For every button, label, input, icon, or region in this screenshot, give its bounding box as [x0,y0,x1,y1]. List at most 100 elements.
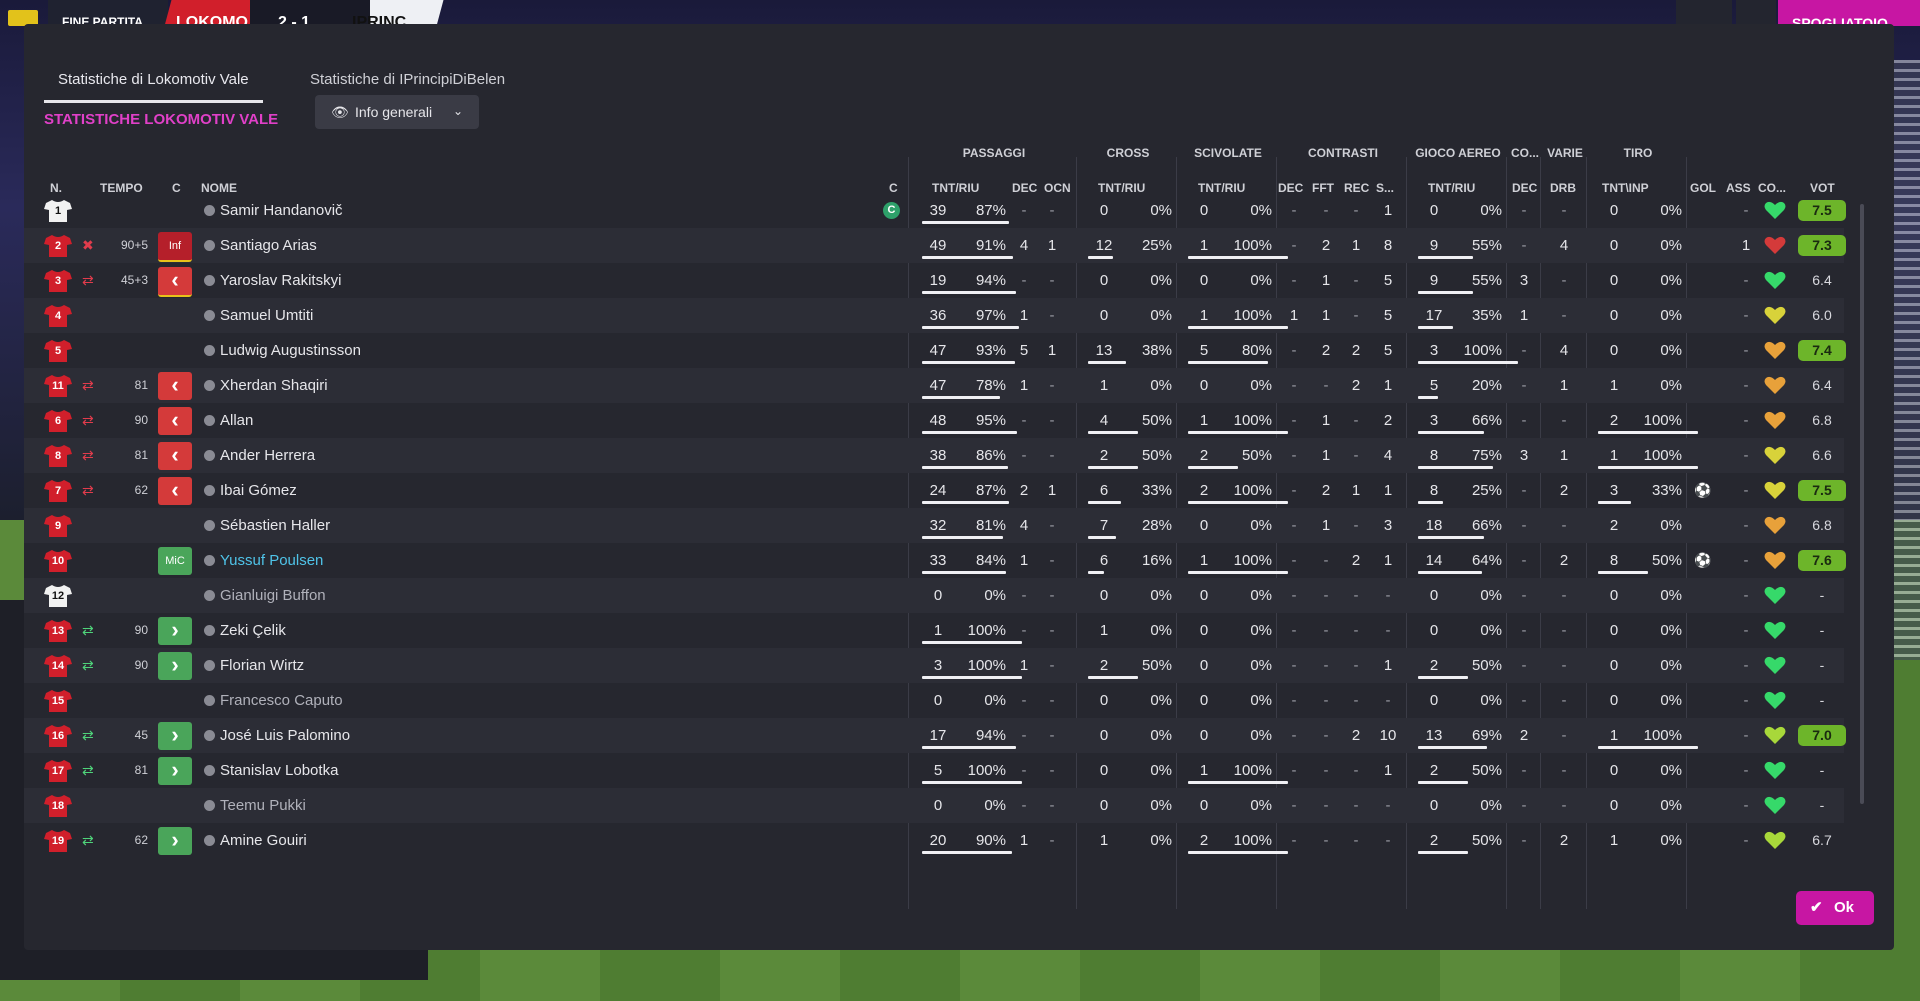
sub-in-badge: › [158,617,192,645]
shots-bar [1598,431,1698,434]
shirt-number: 12 [51,590,65,602]
dribbles: 4 [1559,342,1569,359]
player-name[interactable]: Gianluigi Buffon [220,578,326,613]
view-toggle-button[interactable] [1676,0,1732,26]
headers-bar [1418,396,1438,399]
shots-count: 1 [1609,377,1619,394]
contrasti-s: 1 [1383,202,1393,219]
player-name[interactable]: Allan [220,403,253,438]
ok-button[interactable]: ✔ Ok [1796,891,1874,925]
passes-chances: - [1049,727,1055,744]
contrasti-recoveries: 1 [1351,237,1361,254]
table-row[interactable]: 6 ⇄ 90 ‹ Allan 48 95% - -4 50% 1 100% -1-2 3 66% - -2 100… [24,403,1844,438]
player-name[interactable]: Ludwig Augustinsson [220,333,361,368]
headers-count: 0 [1429,622,1439,639]
shirt-number: 4 [54,310,62,322]
table-row[interactable]: 7 ⇄ 62 ‹ Ibai Gómez 24 87% 2 1 6 33% 2 100% -2 1 1 8 25% -… [24,473,1846,508]
contrasti-decisive: - [1291,517,1297,534]
crosses-percent: 0% [1150,762,1172,779]
crosses-percent: 0% [1150,832,1172,849]
player-name[interactable]: Samuel Umtiti [220,298,313,333]
passes-bar [922,221,1009,224]
tackles-bar [1188,851,1288,854]
player-name[interactable]: Yussuf Poulsen [220,543,323,578]
player-name[interactable]: Teemu Pukki [220,788,306,823]
player-name[interactable]: Francesco Caputo [220,683,343,718]
table-row[interactable]: 17 ⇄ 81 › Stanislav Lobotka 5 100% - -0 0% 1 100% - -… [24,753,1844,788]
contrasti-recoveries: 2 [1351,727,1361,744]
headers-bar [1418,536,1484,539]
table-row[interactable]: 3 ⇄ 45+3 ‹ Yaroslav Rakitskyi 19 94% - -0 0% 0 0% -1… [24,263,1844,298]
player-name[interactable]: Santiago Arias [220,228,317,263]
table-row[interactable]: 5 Ludwig Augustinsson 47 93% 5 1 13 38% 5 80% -2 2 5… [24,333,1846,368]
player-name[interactable]: Zeki Çelik [220,613,286,648]
shirt-number: 7 [54,485,62,497]
substitution-icon: ⇄ [82,727,94,743]
contrasti-decisive: - [1291,832,1297,849]
tackles-count: 0 [1199,272,1209,289]
passes-count: 0 [933,587,943,604]
table-row[interactable]: 19 ⇄ 62 › Amine Gouiri 20 90% 1-1 0% 2 100% - - - -2 50… [24,823,1844,858]
passes-bar [922,466,1008,469]
condition-heart-icon [1764,305,1786,325]
shirt-number: 17 [51,765,65,777]
table-row[interactable]: 1 Samir Handanovič C 39 87% - -0 0% 0 0% - - -1 0 0% - -… [24,193,1846,228]
contrasti-recoveries: - [1353,272,1359,289]
passes-bar [922,536,1003,539]
player-name[interactable]: Yaroslav Rakitskyi [220,263,341,298]
contrasti-recoveries: - [1353,762,1359,779]
player-name[interactable]: Sébastien Haller [220,508,330,543]
player-name[interactable]: Samir Handanovič [220,193,343,228]
condition-heart-icon [1764,340,1786,360]
close-icon[interactable] [1736,0,1776,26]
tab-away-stats[interactable]: Statistiche di IPrincipiDiBelen [300,60,515,100]
contrasti-fouls: 1 [1321,447,1331,464]
person-icon [204,485,215,496]
shots-count: 2 [1609,517,1619,534]
passes-percent: 0% [984,797,1006,814]
table-row[interactable]: 12 Gianluigi Buffon 0 0% - -0 0% 0 0% - - - -0 0% - -0 0… [24,578,1844,613]
dressing-room-button[interactable]: SPOGLIATOIO [1778,0,1920,26]
view-dropdown[interactable]: 👁 Info generali ⌄ [315,95,479,129]
table-row[interactable]: 2 ✖ 90+5 Inf Santiago Arias 49 91% 4 1 12 25% 1 100%… [24,228,1846,263]
table-row[interactable]: 11 ⇄ 81 ‹ Xherdan Shaqiri 47 78% 1-1 0% 0 0% - -2 1 5 2… [24,368,1844,403]
table-row[interactable]: 4 Samuel Umtiti 36 97% 1-0 0% 1 100% 1 1-5 17 35% 1-… [24,298,1844,333]
player-rating: 7.4 [1798,340,1846,361]
dribbles: - [1561,692,1567,709]
tackles-bar [1188,256,1288,259]
player-name[interactable]: Ander Herrera [220,438,315,473]
assists: 1 [1741,237,1751,254]
home-team-name: LOKOMO [176,14,248,26]
tab-home-stats[interactable]: Statistiche di Lokomotiv Vale [44,60,263,103]
passes-decisive: 4 [1019,517,1029,534]
table-row[interactable]: 9 Sébastien Haller 32 81% 4-7 28% 0 0% -1-3 18 66%… [24,508,1844,543]
contrasti-decisive: - [1291,272,1297,289]
player-name[interactable]: Amine Gouiri [220,823,307,858]
tackles-count: 0 [1199,692,1209,709]
dribbles: - [1561,622,1567,639]
contrasti-fouls: - [1323,762,1329,779]
table-row[interactable]: 18 Teemu Pukki 0 0% - -0 0% 0 0% - - - -0 0% - -0 0% - - [24,788,1844,823]
sub-in-badge: › [158,652,192,680]
player-name[interactable]: Stanislav Lobotka [220,753,338,788]
player-rating: - [1819,692,1825,708]
player-name[interactable]: Florian Wirtz [220,648,304,683]
minutes-played: 45 [134,728,148,742]
table-row[interactable]: 16 ⇄ 45 › José Luis Palomino 17 94% - -0 0% 0 0% - -2… [24,718,1846,753]
table-row[interactable]: 13 ⇄ 90 › Zeki Çelik 1 100% - -1 0% 0 0% - - - -0 0% - -0 0… [24,613,1844,648]
player-name[interactable]: José Luis Palomino [220,718,350,753]
table-row[interactable]: 10 MiC Yussuf Poulsen 33 84% 1-6 16% 1 100% - -2 1 1… [24,543,1846,578]
contrasti-fouls: 2 [1321,342,1331,359]
player-rating: 7.6 [1798,550,1846,571]
table-row[interactable]: 8 ⇄ 81 ‹ Ander Herrera 38 86% - -2 50% 2 50% -1-4 8 75… [24,438,1844,473]
co-decisive: 2 [1519,727,1529,744]
substitution-icon: ⇄ [82,832,94,848]
player-rating: 7.0 [1798,725,1846,746]
table-row[interactable]: 14 ⇄ 90 › Florian Wirtz 3 100% 1-2 50% 0 0% - - -1 2 50… [24,648,1844,683]
table-row[interactable]: 15 Francesco Caputo 0 0% - -0 0% 0 0% - - - -0 0% - -0 0… [24,683,1844,718]
dribbles: - [1561,727,1567,744]
player-name[interactable]: Xherdan Shaqiri [220,368,328,403]
player-name[interactable]: Ibai Gómez [220,473,297,508]
passes-chances: - [1049,377,1055,394]
contrasti-recoveries: - [1353,447,1359,464]
